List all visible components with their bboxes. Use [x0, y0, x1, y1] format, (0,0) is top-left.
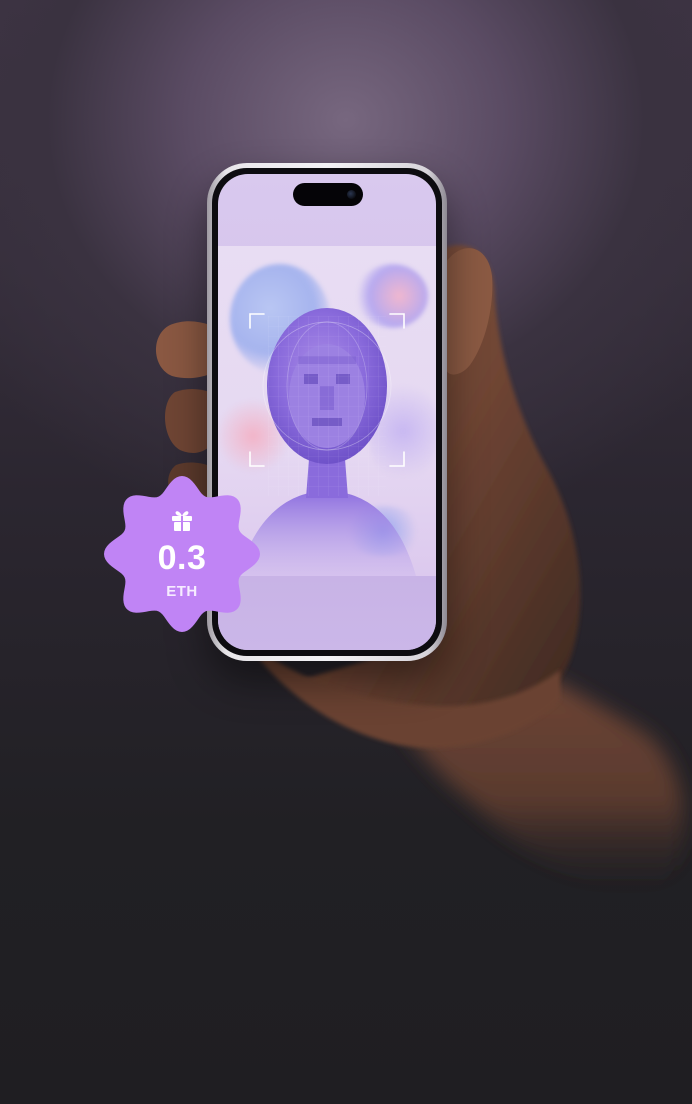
gift-icon — [172, 511, 192, 531]
reward-badge: 0.3 ETH — [103, 475, 261, 633]
badge-unit: ETH — [166, 583, 198, 600]
hero-scene: 0.3 ETH — [0, 0, 692, 1104]
camera-icon — [347, 190, 356, 199]
badge-value: 0.3 — [157, 539, 207, 577]
dynamic-island — [293, 183, 363, 206]
